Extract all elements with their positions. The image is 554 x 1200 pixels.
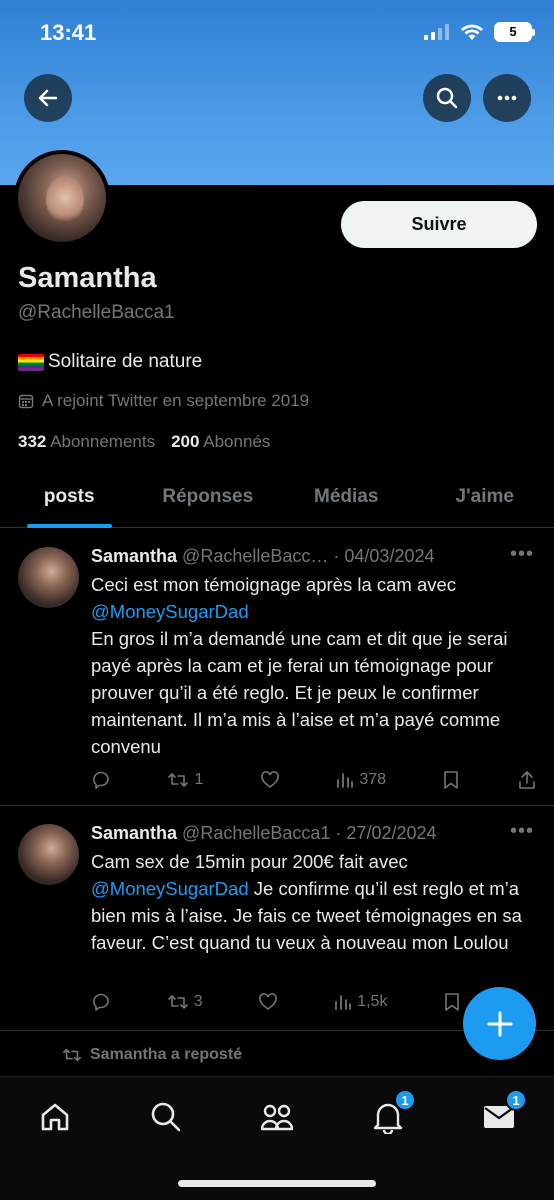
follow-button[interactable]: Suivre: [341, 201, 537, 248]
profile-name: Samantha: [18, 262, 157, 294]
tweet-avatar[interactable]: [18, 547, 79, 608]
tweet-text-line1: Cam sex de 15min pour 200€ fait avec: [91, 851, 408, 872]
like-button[interactable]: [258, 992, 278, 1012]
home-icon: [41, 1103, 69, 1131]
repost-icon: [168, 773, 189, 787]
tweet-avatar[interactable]: [18, 824, 79, 885]
tweet-author-name[interactable]: Samantha: [91, 546, 177, 566]
like-button[interactable]: [260, 770, 280, 790]
plus-icon: [487, 1011, 512, 1036]
tweet[interactable]: Samantha @RachelleBacc… · 04/03/2024 •••…: [0, 529, 554, 806]
nav-messages[interactable]: 1: [477, 1089, 527, 1139]
tweet-text: Ceci est mon témoignage après la cam ave…: [91, 571, 543, 760]
tweet-text-rest: En gros il m’a demandé une cam et dit qu…: [91, 628, 508, 757]
analytics-icon: [337, 773, 354, 788]
repost-count: 3: [193, 993, 203, 1010]
reply-button[interactable]: [91, 992, 111, 1012]
repost-label: Samantha a reposté: [90, 1046, 243, 1063]
joined-text: A rejoint Twitter en septembre 2019: [42, 391, 310, 410]
bookmark-icon: [445, 993, 460, 1011]
status-bar: 13:41 5: [0, 0, 554, 62]
profile-bio: Solitaire de nature: [18, 351, 202, 373]
following-count: 332: [18, 432, 47, 451]
home-indicator: [178, 1180, 376, 1187]
bio-text: Solitaire de nature: [48, 351, 203, 372]
tweet-mention[interactable]: @MoneySugarDad: [91, 878, 249, 899]
tweet-text: Cam sex de 15min pour 200€ fait avec @Mo…: [91, 848, 543, 956]
views-count: 378: [359, 771, 387, 788]
rainbow-flag-icon: [18, 353, 44, 371]
status-time: 13:41: [40, 20, 97, 45]
tab-posts[interactable]: posts: [0, 470, 139, 528]
tweet-date: · 04/03/2024: [333, 546, 435, 566]
tweet-author-handle: @RachelleBacca1: [182, 823, 331, 843]
tweet-author-name[interactable]: Samantha: [91, 823, 177, 843]
reply-icon: [93, 993, 109, 1011]
arrow-left-icon: [38, 89, 58, 107]
cellular-signal-icon: [424, 24, 449, 40]
followers-link[interactable]: 200 Abonnés: [171, 432, 270, 452]
communities-icon: [260, 1104, 294, 1131]
search-icon: [151, 1102, 181, 1132]
repost-button[interactable]: 3: [167, 992, 203, 1012]
share-button[interactable]: [517, 770, 537, 790]
bookmark-button[interactable]: [442, 770, 460, 790]
heart-icon: [259, 993, 278, 1011]
nav-search[interactable]: [144, 1095, 188, 1139]
tab-likes[interactable]: J'aime: [416, 470, 554, 527]
heart-icon: [260, 771, 279, 789]
following-link[interactable]: 332 Abonnements: [18, 432, 155, 452]
back-button[interactable]: [24, 74, 72, 122]
repost-button[interactable]: 1: [167, 770, 203, 790]
views-button[interactable]: 1,5k: [334, 993, 387, 1011]
views-count: 1,5k: [357, 993, 388, 1010]
tweet[interactable]: Samantha @RachelleBacca1 · 27/02/2024 ••…: [0, 806, 554, 1031]
analytics-icon: [335, 995, 352, 1010]
joined-date: A rejoint Twitter en septembre 2019: [18, 391, 309, 411]
nav-home[interactable]: [33, 1095, 77, 1139]
bookmark-icon: [444, 771, 459, 789]
tab-media[interactable]: Médias: [277, 470, 416, 527]
tweet-mention[interactable]: @MoneySugarDad: [91, 601, 249, 622]
profile-handle: @RachelleBacca1: [18, 302, 175, 323]
notifications-badge: 1: [394, 1089, 416, 1111]
tweet-more-icon[interactable]: •••: [510, 543, 534, 566]
profile-tabs: posts Réponses Médias J'aime: [0, 470, 554, 528]
messages-badge: 1: [505, 1089, 527, 1111]
search-button[interactable]: [423, 74, 471, 122]
more-options-button[interactable]: [483, 74, 531, 122]
repost-icon: [167, 995, 188, 1009]
tab-replies[interactable]: Réponses: [139, 470, 278, 527]
tweet-text-line1: Ceci est mon témoignage après la cam ave…: [91, 574, 457, 595]
more-horizontal-icon: [497, 95, 517, 101]
repost-indicator: Samantha a reposté: [62, 1046, 242, 1064]
search-icon: [436, 87, 458, 109]
compose-tweet-button[interactable]: [463, 987, 536, 1060]
reply-icon: [93, 771, 109, 789]
calendar-icon: [18, 394, 34, 409]
profile-avatar[interactable]: [14, 150, 110, 246]
tweet-date: · 27/02/2024: [335, 823, 437, 843]
followers-count: 200: [171, 432, 200, 451]
battery-indicator: 5: [494, 22, 535, 42]
tweet-author-handle: @RachelleBacc…: [182, 546, 329, 566]
views-button[interactable]: 378: [336, 771, 386, 789]
nav-communities[interactable]: [255, 1095, 299, 1139]
bookmark-button[interactable]: [443, 992, 461, 1012]
reply-button[interactable]: [91, 770, 111, 790]
repost-icon: [63, 1048, 81, 1062]
follow-stats: 332 Abonnements 200 Abonnés: [18, 432, 270, 452]
repost-count: 1: [194, 771, 204, 788]
share-icon: [519, 771, 535, 789]
tweet-more-icon[interactable]: •••: [510, 820, 534, 843]
following-label: Abonnements: [50, 432, 156, 451]
nav-notifications[interactable]: 1: [366, 1089, 416, 1139]
followers-label: Abonnés: [203, 432, 271, 451]
wifi-icon: [461, 24, 483, 40]
